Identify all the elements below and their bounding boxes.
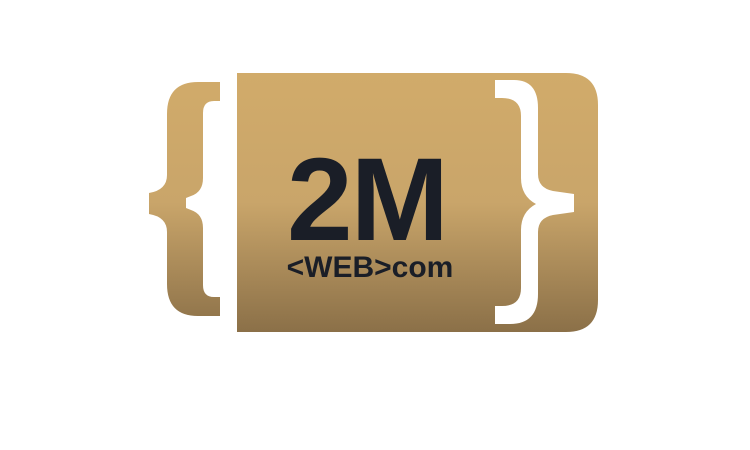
logo-svg: 2M <WEB>com (0, 0, 750, 450)
logo-sub-text: <WEB>com (287, 251, 454, 284)
logo-main-text: 2M (287, 134, 447, 266)
logo: 2M <WEB>com (0, 0, 750, 450)
